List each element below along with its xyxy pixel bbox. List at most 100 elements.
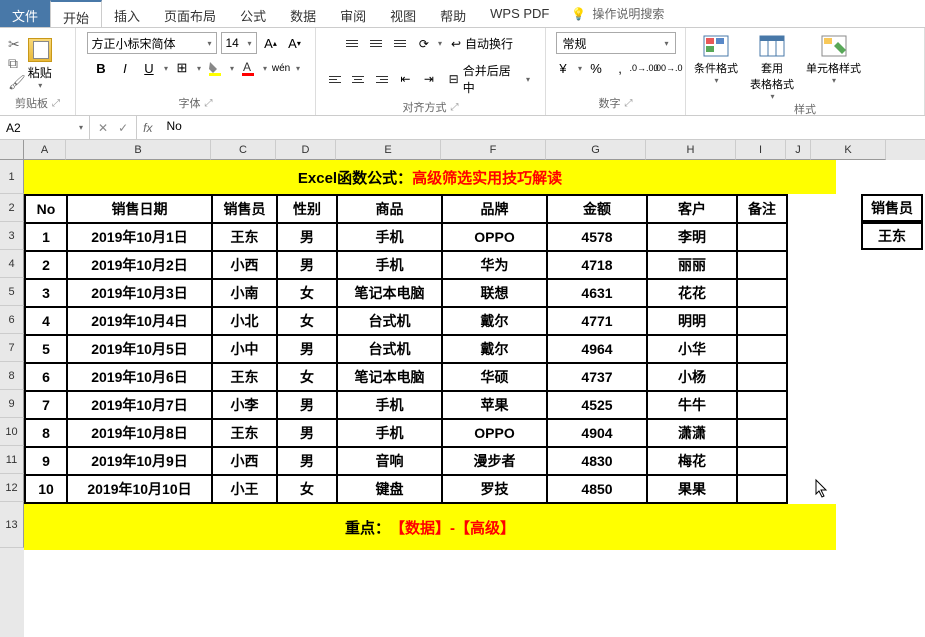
row-header[interactable]: 3 (0, 222, 24, 250)
conditional-format-button[interactable]: 条件格式 ▾ (694, 34, 738, 85)
tab-home[interactable]: 开始 (50, 0, 102, 27)
confirm-icon[interactable]: ✓ (118, 121, 128, 135)
tab-layout[interactable]: 页面布局 (152, 0, 228, 27)
table-cell[interactable]: 牛牛 (647, 391, 737, 419)
table-cell[interactable]: 3 (25, 279, 67, 307)
grid-body[interactable]: Excel函数公式： 高级筛选实用技巧解读 No销售日期销售员性别商品品牌金额客… (24, 160, 925, 550)
table-cell[interactable]: 4850 (547, 475, 647, 503)
table-cell[interactable]: 4830 (547, 447, 647, 475)
row-header[interactable]: 2 (0, 194, 24, 222)
table-cell[interactable]: 小华 (647, 335, 737, 363)
table-cell[interactable]: 花花 (647, 279, 737, 307)
cond-dropdown-icon[interactable]: ▾ (695, 76, 738, 85)
table-cell[interactable]: 台式机 (337, 335, 442, 363)
table-cell[interactable]: 罗技 (442, 475, 547, 503)
table-cell[interactable]: 2019年10月7日 (67, 391, 212, 419)
comma-icon[interactable]: , (610, 58, 630, 78)
column-header[interactable]: F (441, 140, 546, 160)
decrease-decimal-icon[interactable]: .00→.0 (658, 58, 678, 78)
border-button[interactable]: ⊞ (172, 58, 192, 78)
table-cell[interactable] (737, 223, 787, 251)
tab-insert[interactable]: 插入 (102, 0, 152, 27)
table-cell[interactable]: 4525 (547, 391, 647, 419)
table-cell[interactable]: 8 (25, 419, 67, 447)
table-cell[interactable]: 2019年10月6日 (67, 363, 212, 391)
table-cell[interactable]: 2019年10月10日 (67, 475, 212, 503)
row-header[interactable]: 10 (0, 418, 24, 446)
table-header-cell[interactable]: No (25, 195, 67, 223)
table-cell[interactable]: 女 (277, 363, 337, 391)
cell-styles-button[interactable]: 单元格样式 ▾ (806, 34, 861, 85)
table-cell[interactable]: 漫步者 (442, 447, 547, 475)
row-header[interactable]: 5 (0, 278, 24, 306)
table-cell[interactable]: 手机 (337, 251, 442, 279)
number-launcher-icon[interactable]: ⤢ (625, 98, 633, 109)
criteria-value[interactable]: 王东 (861, 222, 923, 250)
table-header-cell[interactable]: 性别 (277, 195, 337, 223)
table-cell[interactable]: 音响 (337, 447, 442, 475)
column-header[interactable]: D (276, 140, 336, 160)
data-table[interactable]: No销售日期销售员性别商品品牌金额客户备注12019年10月1日王东男手机OPP… (24, 194, 788, 504)
table-cell[interactable]: 联想 (442, 279, 547, 307)
footer-banner[interactable]: 重点： 【数据】-【高级】 (24, 504, 836, 550)
table-cell[interactable]: 2019年10月3日 (67, 279, 212, 307)
percent-icon[interactable]: % (586, 58, 606, 78)
table-cell[interactable]: 2 (25, 251, 67, 279)
table-cell[interactable] (737, 307, 787, 335)
row-header[interactable]: 7 (0, 334, 24, 362)
table-header-cell[interactable]: 备注 (737, 195, 787, 223)
table-cell[interactable]: 男 (277, 335, 337, 363)
table-cell[interactable]: 手机 (337, 223, 442, 251)
table-cell[interactable]: 明明 (647, 307, 737, 335)
table-cell[interactable]: OPPO (442, 419, 547, 447)
decrease-indent-icon[interactable]: ⇤ (395, 69, 417, 89)
row-header[interactable]: 12 (0, 474, 24, 502)
table-cell[interactable] (737, 419, 787, 447)
row-header[interactable]: 9 (0, 390, 24, 418)
table-cell[interactable]: 潇潇 (647, 419, 737, 447)
table-cell[interactable]: 笔记本电脑 (337, 363, 442, 391)
table-cell[interactable]: 戴尔 (442, 335, 547, 363)
table-cell[interactable]: 男 (277, 419, 337, 447)
fill-dropdown-icon[interactable]: ▾ (230, 64, 234, 73)
table-cell[interactable]: 小王 (212, 475, 277, 503)
increase-font-icon[interactable]: A▴ (261, 33, 281, 53)
column-header[interactable]: C (211, 140, 276, 160)
paste-button[interactable]: 粘贴 ▾ (28, 38, 52, 90)
table-cell[interactable]: 键盘 (337, 475, 442, 503)
fill-color-button[interactable] (205, 58, 225, 78)
table-cell[interactable]: 男 (277, 251, 337, 279)
table-cell[interactable]: 7 (25, 391, 67, 419)
table-cell[interactable]: 笔记本电脑 (337, 279, 442, 307)
table-header-cell[interactable]: 金额 (547, 195, 647, 223)
row-header[interactable]: 4 (0, 250, 24, 278)
table-cell[interactable]: 4718 (547, 251, 647, 279)
table-cell[interactable]: 王东 (212, 363, 277, 391)
column-header[interactable]: H (646, 140, 736, 160)
table-dropdown-icon[interactable]: ▾ (751, 92, 794, 101)
table-cell[interactable] (737, 251, 787, 279)
title-banner[interactable]: Excel函数公式： 高级筛选实用技巧解读 (24, 160, 836, 194)
clipboard-launcher-icon[interactable]: ⤢ (52, 98, 60, 109)
table-cell[interactable]: 王东 (212, 223, 277, 251)
table-cell[interactable]: 女 (277, 279, 337, 307)
increase-indent-icon[interactable]: ⇥ (418, 69, 440, 89)
table-cell[interactable] (737, 335, 787, 363)
table-cell[interactable]: 5 (25, 335, 67, 363)
tab-data[interactable]: 数据 (278, 0, 328, 27)
font-name-select[interactable]: 方正小标宋简体 ▾ (87, 32, 217, 54)
table-cell[interactable]: 丽丽 (647, 251, 737, 279)
table-cell[interactable]: 小北 (212, 307, 277, 335)
column-header[interactable]: J (786, 140, 811, 160)
table-cell[interactable]: 小杨 (647, 363, 737, 391)
row-header[interactable]: 1 (0, 160, 24, 194)
row-header[interactable]: 6 (0, 306, 24, 334)
table-cell[interactable]: 小李 (212, 391, 277, 419)
cancel-icon[interactable]: ✕ (98, 121, 108, 135)
format-as-table-button[interactable]: 套用 表格格式 ▾ (750, 34, 794, 101)
tab-view[interactable]: 视图 (378, 0, 428, 27)
table-cell[interactable]: 2019年10月4日 (67, 307, 212, 335)
column-header[interactable]: G (546, 140, 646, 160)
table-cell[interactable]: OPPO (442, 223, 547, 251)
table-cell[interactable]: 苹果 (442, 391, 547, 419)
